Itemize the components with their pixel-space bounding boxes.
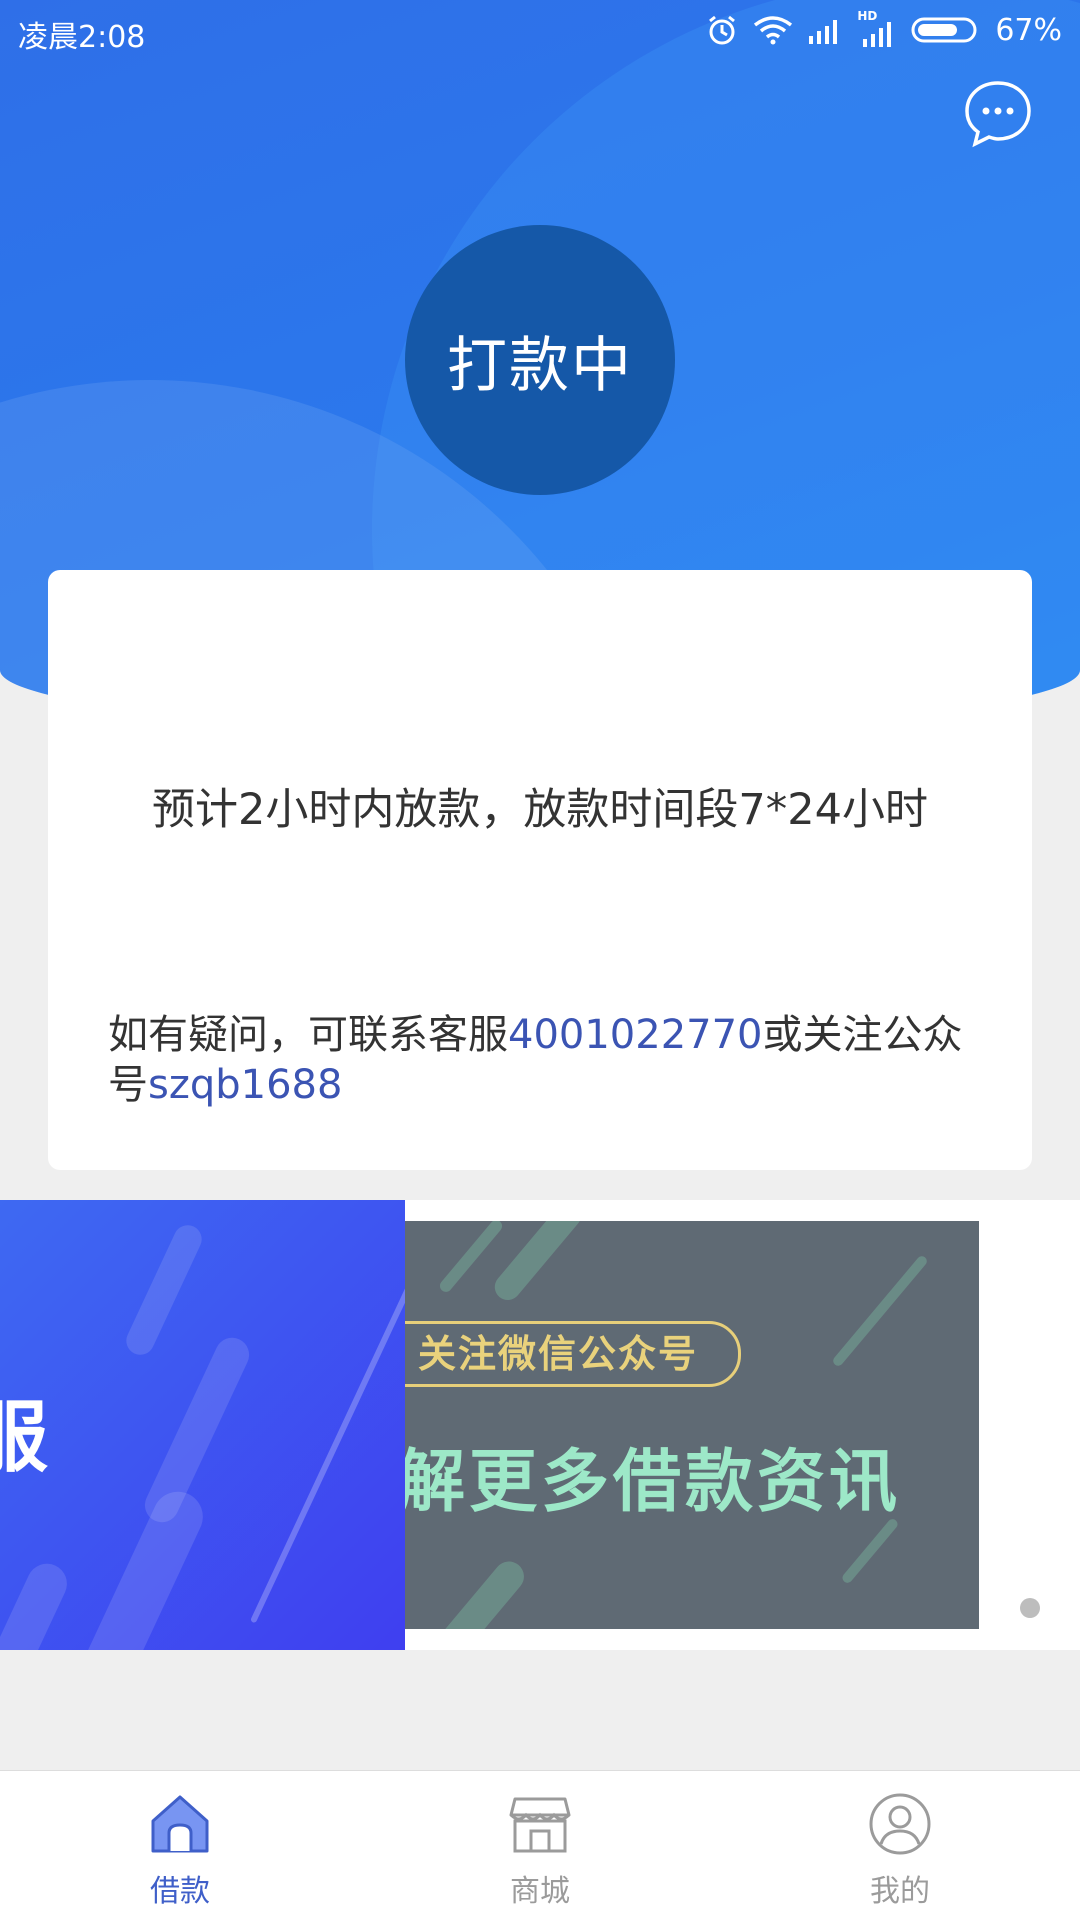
store-icon	[509, 1797, 571, 1853]
signal-icon-2	[863, 22, 892, 47]
service-phone-link[interactable]: 4001022770	[508, 1012, 763, 1058]
status-icons: HD 67%	[705, 9, 1062, 50]
nav-item-loan[interactable]: 借款	[0, 1771, 360, 1921]
carousel-indicator-dot[interactable]	[1020, 1598, 1040, 1618]
nav-label-loan: 借款	[150, 1874, 210, 1909]
loan-status-text: 打款中	[447, 330, 633, 401]
bottom-navigation: 借款 商城 我的	[0, 1770, 1080, 1921]
nav-item-profile[interactable]: 我的	[720, 1771, 1080, 1921]
battery-percent: 67%	[995, 12, 1062, 48]
disbursement-estimate: 预计2小时内放款，放款时间段7*24小时	[152, 785, 928, 835]
wechat-id-link[interactable]: szqb1688	[148, 1062, 342, 1108]
home-icon	[151, 1795, 209, 1853]
contact-note-prefix: 如有疑问，可联系客服	[108, 1012, 508, 1058]
loan-status-badge: 打款中	[405, 225, 675, 495]
user-icon	[869, 1793, 931, 1855]
wechat-follow-pill: 关注微信公众号	[405, 1321, 742, 1387]
wechat-promo-headline: 解更多借款资讯	[405, 1443, 902, 1522]
contact-note: 如有疑问，可联系客服4001022770或关注公众号szqb1688	[108, 1010, 978, 1110]
info-card: 预计2小时内放款，放款时间段7*24小时 如有疑问，可联系客服400102277…	[48, 570, 1032, 1170]
promo-carousel[interactable]: 服 关注微信公众号 解更多借款资讯	[0, 1200, 1080, 1650]
carousel-slide-previous-text: 服	[0, 1393, 49, 1483]
nav-item-store[interactable]: 商城	[360, 1771, 720, 1921]
carousel-slide-wechat[interactable]: 关注微信公众号 解更多借款资讯	[405, 1221, 979, 1629]
nav-label-store: 商城	[510, 1874, 570, 1909]
customer-service-button[interactable]	[962, 78, 1034, 150]
nav-label-profile: 我的	[870, 1874, 930, 1909]
wifi-icon	[754, 16, 793, 45]
signal-icon	[809, 20, 838, 44]
carousel-slide-previous[interactable]: 服	[0, 1200, 405, 1650]
hd-signal: HD	[857, 9, 897, 47]
alarm-icon	[709, 15, 736, 45]
status-bar: 凌晨2:08 HD 67%	[0, 0, 1080, 62]
status-time: 凌晨2:08	[18, 20, 146, 55]
battery-icon	[911, 17, 977, 43]
chat-bubble-icon	[965, 81, 1031, 148]
